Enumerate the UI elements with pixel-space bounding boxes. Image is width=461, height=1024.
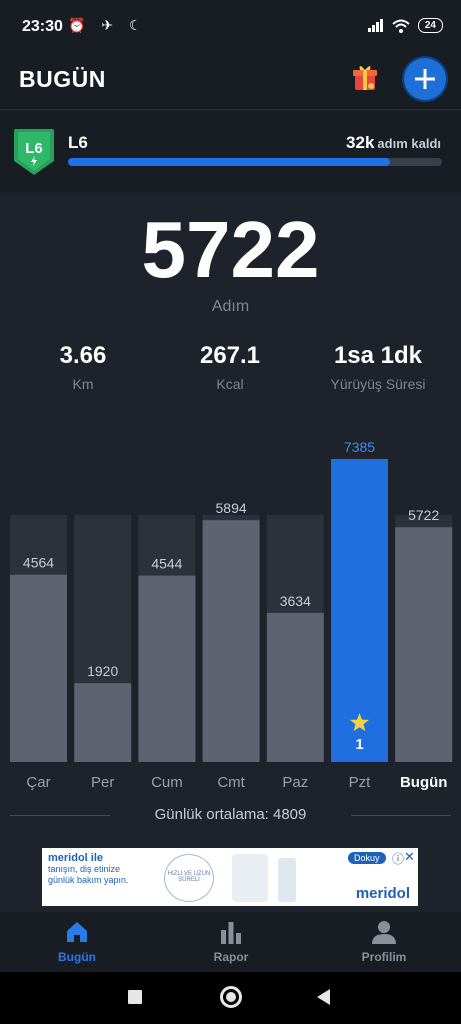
nav-profile[interactable]: Profilim (324, 920, 444, 964)
nav-report-label: Rapor (213, 950, 249, 964)
stat-calories-value: 267.1 (199, 342, 261, 369)
step-count-label: Adım (211, 298, 250, 315)
bar-Per (74, 683, 132, 762)
step-count: 5722 (141, 205, 320, 294)
bar-value-label: 1920 (87, 663, 118, 679)
stat-duration-label: Yürüyüş Süresi (330, 376, 426, 392)
home-icon (67, 922, 87, 942)
bar-Cum (138, 575, 196, 762)
profile-icon (372, 921, 396, 944)
x-axis-label: Çar (26, 774, 50, 791)
stat-distance: 3.66 Km (13, 342, 153, 392)
weekly-steps-chart: 4564 Çar 1920 Per 4544 Cum 5894 Cmt 3634 Paz 7385 P… (10, 439, 453, 791)
ad-product-image (232, 854, 268, 902)
nav-profile-label: Profilim (361, 950, 407, 964)
bar-chart-icon (221, 922, 241, 944)
bottom-navigation: Bugün Rapor Profilim (0, 912, 461, 972)
bar-Paz (266, 612, 324, 762)
page-title: BUGÜN (19, 66, 106, 92)
level-badge-icon: L6 (14, 129, 54, 175)
status-notification-icons: ⏰ ✈ ☾ (68, 17, 148, 33)
ad-headline: meridol ile (48, 852, 104, 864)
wifi-icon (392, 19, 410, 33)
stat-duration-value: 1sa 1dk (333, 342, 423, 369)
system-navigation-bar (0, 972, 461, 1024)
level-badge-text: L6 (25, 140, 43, 157)
stat-distance-value: 3.66 (59, 342, 107, 369)
ad-cta-button[interactable]: Dokuy (348, 852, 386, 864)
battery-icon: 24 (417, 18, 443, 33)
stat-duration: 1sa 1dk Yürüyüş Süresi (308, 342, 448, 392)
level-progress-bar (68, 158, 442, 166)
home-button-icon[interactable] (220, 986, 242, 1008)
ad-banner[interactable]: meridol ile tanışın, diş etinize günlük … (0, 840, 461, 912)
bar-Cmt (202, 520, 260, 762)
nav-today[interactable]: Bugün (17, 920, 137, 964)
level-name: L6 (68, 133, 88, 152)
bar-Bugün (395, 527, 453, 762)
bar-value-label: 5894 (216, 500, 247, 516)
level-remaining-value: 32k (346, 133, 375, 152)
bar-Çar (10, 574, 67, 762)
level-progress-fill (68, 158, 390, 166)
back-icon[interactable] (317, 989, 330, 1005)
bar-value-label: 5722 (408, 507, 439, 523)
bar-value-label: 4564 (23, 555, 54, 571)
x-axis-label: Pzt (349, 774, 372, 791)
bar-value-label: 3634 (280, 593, 311, 609)
nav-today-label: Bugün (58, 950, 96, 964)
ad-logo: meridol (355, 885, 410, 902)
level-remaining: 32k adım kaldı (346, 133, 441, 153)
ad-badge: HIZLI VE UZUN SÜRELİ (164, 854, 214, 902)
stat-distance-label: Km (72, 376, 94, 392)
x-axis-label: Paz (282, 774, 308, 791)
level-card[interactable]: L6 L6 32k adım kaldı (0, 111, 461, 193)
x-axis-label: Cum (151, 774, 183, 791)
nav-report[interactable]: Rapor (171, 920, 291, 964)
ad-content[interactable]: meridol ile tanışın, diş etinize günlük … (42, 848, 418, 906)
level-remaining-unit: adım kaldı (377, 136, 441, 151)
status-time: 23:30 (22, 18, 63, 35)
bar-value-label: 4544 (151, 556, 182, 572)
x-axis-label: Bugün (400, 774, 447, 791)
ad-text: tanışın, diş etinize günlük bakım yapın. (48, 864, 129, 885)
status-bar: 23:30 ⏰ ✈ ☾ 24 (0, 0, 461, 54)
x-axis-label: Cmt (217, 774, 245, 791)
status-right: 24 (367, 18, 443, 33)
stat-calories-label: Kcal (216, 376, 244, 392)
goal-count: 1 (355, 736, 363, 753)
ad-info-icon[interactable]: ⓘ (392, 850, 404, 867)
recent-apps-icon[interactable] (128, 990, 142, 1004)
stat-calories: 267.1 Kcal (160, 342, 300, 392)
x-axis-label: Per (91, 774, 114, 791)
signal-icon (367, 19, 383, 32)
ad-product-image-2 (278, 858, 296, 902)
average-divider-right (351, 815, 451, 816)
bar-value-label: 7385 (344, 439, 375, 455)
ad-close-icon[interactable]: ✕ (404, 849, 415, 865)
gift-icon[interactable] (352, 62, 378, 92)
app-header: BUGÜN (0, 54, 461, 110)
add-button[interactable] (404, 58, 446, 100)
